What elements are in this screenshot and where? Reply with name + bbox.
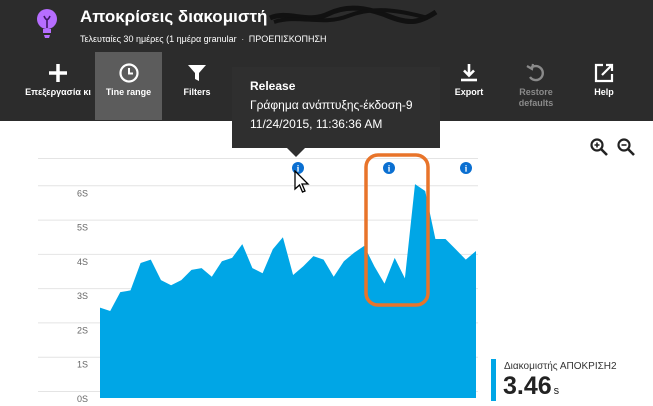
legend-value-number: 3.46	[503, 372, 552, 400]
y-tick-label: 5S	[77, 223, 88, 233]
y-tick-label: 6S	[77, 188, 88, 198]
series-area	[100, 184, 476, 398]
legend-series-name: Διακομιστής ΑΠΟΚΡΙΣΗ2	[504, 361, 617, 372]
legend-color-swatch	[491, 359, 496, 401]
y-tick-label: 0S	[77, 394, 88, 404]
tooltip-release-name: Γράφημα ανάπτυξης-έκδοση-9	[250, 98, 413, 112]
zoom-out-icon[interactable]	[616, 137, 636, 157]
response-time-chart[interactable]: 0S1S2S3S4S5S6Si i i	[0, 0, 653, 406]
release-marker: i	[460, 162, 472, 174]
y-tick-label: 3S	[77, 291, 88, 301]
y-tick-label: 4S	[77, 257, 88, 267]
release-marker: i	[383, 162, 395, 174]
legend-value-unit: s	[553, 385, 560, 397]
tooltip-timestamp: 11/24/2015, 11:36:36 AM	[250, 117, 383, 131]
release-tooltip: Release Γράφημα ανάπτυξης-έκδοση-9 11/24…	[232, 67, 440, 148]
y-tick-label: 2S	[77, 325, 88, 335]
tooltip-arrow	[287, 148, 305, 157]
mouse-cursor-icon	[294, 170, 310, 193]
zoom-in-icon[interactable]	[589, 137, 609, 157]
legend-value: 3.46 s	[503, 372, 559, 405]
chart-legend[interactable]: Διακομιστής ΑΠΟΚΡΙΣΗ2 3.46 s	[491, 359, 641, 401]
tooltip-title: Release	[250, 79, 296, 93]
y-tick-label: 1S	[77, 360, 88, 370]
